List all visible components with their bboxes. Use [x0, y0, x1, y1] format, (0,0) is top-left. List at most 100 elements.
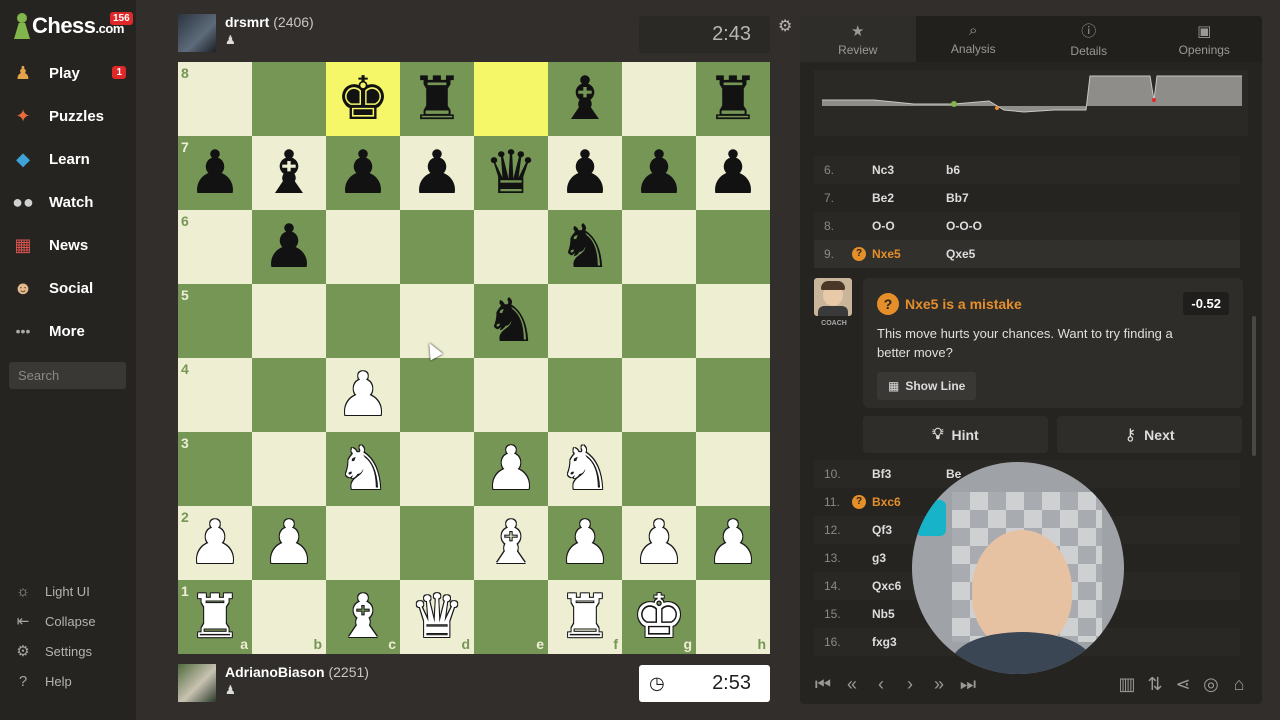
white-king-icon[interactable]: ♚ — [632, 587, 686, 647]
white-move[interactable]: Bf3 — [860, 467, 946, 481]
white-pawn-icon[interactable]: ♟ — [632, 513, 686, 573]
white-rook-icon[interactable]: ♜ — [188, 587, 242, 647]
black-bishop-icon[interactable]: ♝ — [262, 143, 316, 203]
black-move[interactable]: Bb7 — [946, 191, 1046, 205]
black-pawn-icon[interactable]: ♟ — [188, 143, 242, 203]
search-input[interactable]: Search — [9, 362, 126, 389]
square-h3[interactable] — [696, 432, 770, 506]
bottom-player-name[interactable]: AdrianoBiason — [225, 664, 325, 680]
black-pawn-icon[interactable]: ♟ — [632, 143, 686, 203]
nav-play[interactable]: ♟ Play 1 — [10, 57, 130, 89]
last-move-icon[interactable]: ⏭ — [959, 674, 977, 695]
chess-board[interactable]: 8 ♚ ♜ ♝ ♜ 7 ♟ ♝ ♟ ♟ ♛ ♟ ♟ ♟ 6 ♟ ♞ 5 ♞ 4 ♟ 3 ♞ ♟ ♞ 2 ♟ ♟ ♝ ♟ ♟ ♟ 1 a ♜ b c ♝ d ♛… — [178, 62, 770, 654]
square-e7[interactable]: ♛ — [474, 136, 548, 210]
square-h1[interactable]: h — [696, 580, 770, 654]
coach-label[interactable]: COACH — [814, 320, 854, 327]
black-rook-icon[interactable]: ♜ — [410, 69, 464, 129]
square-d8[interactable]: ♜ — [400, 62, 474, 136]
square-c4[interactable]: ♟ — [326, 358, 400, 432]
square-c2[interactable] — [326, 506, 400, 580]
nav-more[interactable]: ••• More — [10, 315, 130, 347]
square-c3[interactable]: ♞ — [326, 432, 400, 506]
black-rook-icon[interactable]: ♜ — [706, 69, 760, 129]
square-g4[interactable] — [622, 358, 696, 432]
white-knight-icon[interactable]: ♞ — [336, 439, 390, 499]
square-g3[interactable] — [622, 432, 696, 506]
white-pawn-icon[interactable]: ♟ — [188, 513, 242, 573]
coach-avatar[interactable] — [814, 278, 852, 316]
white-move[interactable]: Nc3 — [860, 163, 946, 177]
square-d2[interactable] — [400, 506, 474, 580]
white-queen-icon[interactable]: ♛ — [410, 587, 464, 647]
nav-watch[interactable]: ●● Watch — [10, 186, 130, 218]
chess-logo[interactable]: Chess.com — [14, 10, 124, 42]
forward-many-icon[interactable]: » — [930, 674, 948, 695]
square-h7[interactable]: ♟ — [696, 136, 770, 210]
square-f7[interactable]: ♟ — [548, 136, 622, 210]
black-pawn-icon[interactable]: ♟ — [336, 143, 390, 203]
next-move-icon[interactable]: › — [901, 674, 919, 695]
black-move[interactable]: b6 — [946, 163, 1046, 177]
square-g8[interactable] — [622, 62, 696, 136]
square-f3[interactable]: ♞ — [548, 432, 622, 506]
square-h2[interactable]: ♟ — [696, 506, 770, 580]
tab-openings[interactable]: ▣ Openings — [1147, 16, 1263, 62]
black-bishop-icon[interactable]: ♝ — [558, 69, 612, 129]
square-d7[interactable]: ♟ — [400, 136, 474, 210]
white-rook-icon[interactable]: ♜ — [558, 587, 612, 647]
square-b5[interactable] — [252, 284, 326, 358]
square-a2[interactable]: 2 ♟ — [178, 506, 252, 580]
square-a4[interactable]: 4 — [178, 358, 252, 432]
nav-news[interactable]: ▦ News — [10, 229, 130, 261]
move-list-scrollbar[interactable] — [1252, 316, 1256, 456]
tab-details[interactable]: ⓘ Details — [1031, 16, 1147, 62]
white-move[interactable]: Be2 — [860, 191, 946, 205]
square-e6[interactable] — [474, 210, 548, 284]
collapse-button[interactable]: ⇤ Collapse — [14, 610, 96, 632]
square-b1[interactable]: b — [252, 580, 326, 654]
square-e2[interactable]: ♝ — [474, 506, 548, 580]
black-move[interactable]: Qxe5 — [946, 247, 1046, 261]
white-pawn-icon[interactable]: ♟ — [558, 513, 612, 573]
black-king-icon[interactable]: ♚ — [336, 69, 390, 129]
board-settings-icon[interactable]: ⚙ — [778, 16, 792, 36]
tab-review[interactable]: ★ Review — [800, 16, 916, 62]
square-h8[interactable]: ♜ — [696, 62, 770, 136]
white-move[interactable]: O-O — [860, 219, 946, 233]
nav-puzzles[interactable]: ✦ Puzzles — [10, 100, 130, 132]
square-c1[interactable]: c ♝ — [326, 580, 400, 654]
square-h5[interactable] — [696, 284, 770, 358]
black-pawn-icon[interactable]: ♟ — [262, 217, 316, 277]
black-knight-icon[interactable]: ♞ — [484, 291, 538, 351]
square-h4[interactable] — [696, 358, 770, 432]
help-link[interactable]: ? Help — [14, 670, 72, 692]
avatar[interactable] — [178, 14, 216, 52]
square-b7[interactable]: ♝ — [252, 136, 326, 210]
square-e1[interactable]: e — [474, 580, 548, 654]
square-b6[interactable]: ♟ — [252, 210, 326, 284]
square-c7[interactable]: ♟ — [326, 136, 400, 210]
square-a3[interactable]: 3 — [178, 432, 252, 506]
settings-link[interactable]: ⚙ Settings — [14, 640, 92, 662]
square-c8[interactable]: ♚ — [326, 62, 400, 136]
hint-button[interactable]: 💡︎ Hint — [863, 416, 1048, 453]
back-many-icon[interactable]: « — [843, 674, 861, 695]
white-bishop-icon[interactable]: ♝ — [484, 513, 538, 573]
square-d6[interactable] — [400, 210, 474, 284]
square-d1[interactable]: d ♛ — [400, 580, 474, 654]
square-h6[interactable] — [696, 210, 770, 284]
white-pawn-icon[interactable]: ♟ — [484, 439, 538, 499]
square-a5[interactable]: 5 — [178, 284, 252, 358]
nav-social[interactable]: ☻ Social — [10, 272, 130, 304]
nav-learn[interactable]: ◆ Learn — [10, 143, 130, 175]
square-g2[interactable]: ♟ — [622, 506, 696, 580]
square-b2[interactable]: ♟ — [252, 506, 326, 580]
black-move[interactable]: O-O-O — [946, 219, 1046, 233]
square-f1[interactable]: f ♜ — [548, 580, 622, 654]
square-c5[interactable] — [326, 284, 400, 358]
square-e4[interactable] — [474, 358, 548, 432]
square-g1[interactable]: g ♚ — [622, 580, 696, 654]
white-pawn-icon[interactable]: ♟ — [262, 513, 316, 573]
square-d3[interactable] — [400, 432, 474, 506]
square-a1[interactable]: 1 a ♜ — [178, 580, 252, 654]
